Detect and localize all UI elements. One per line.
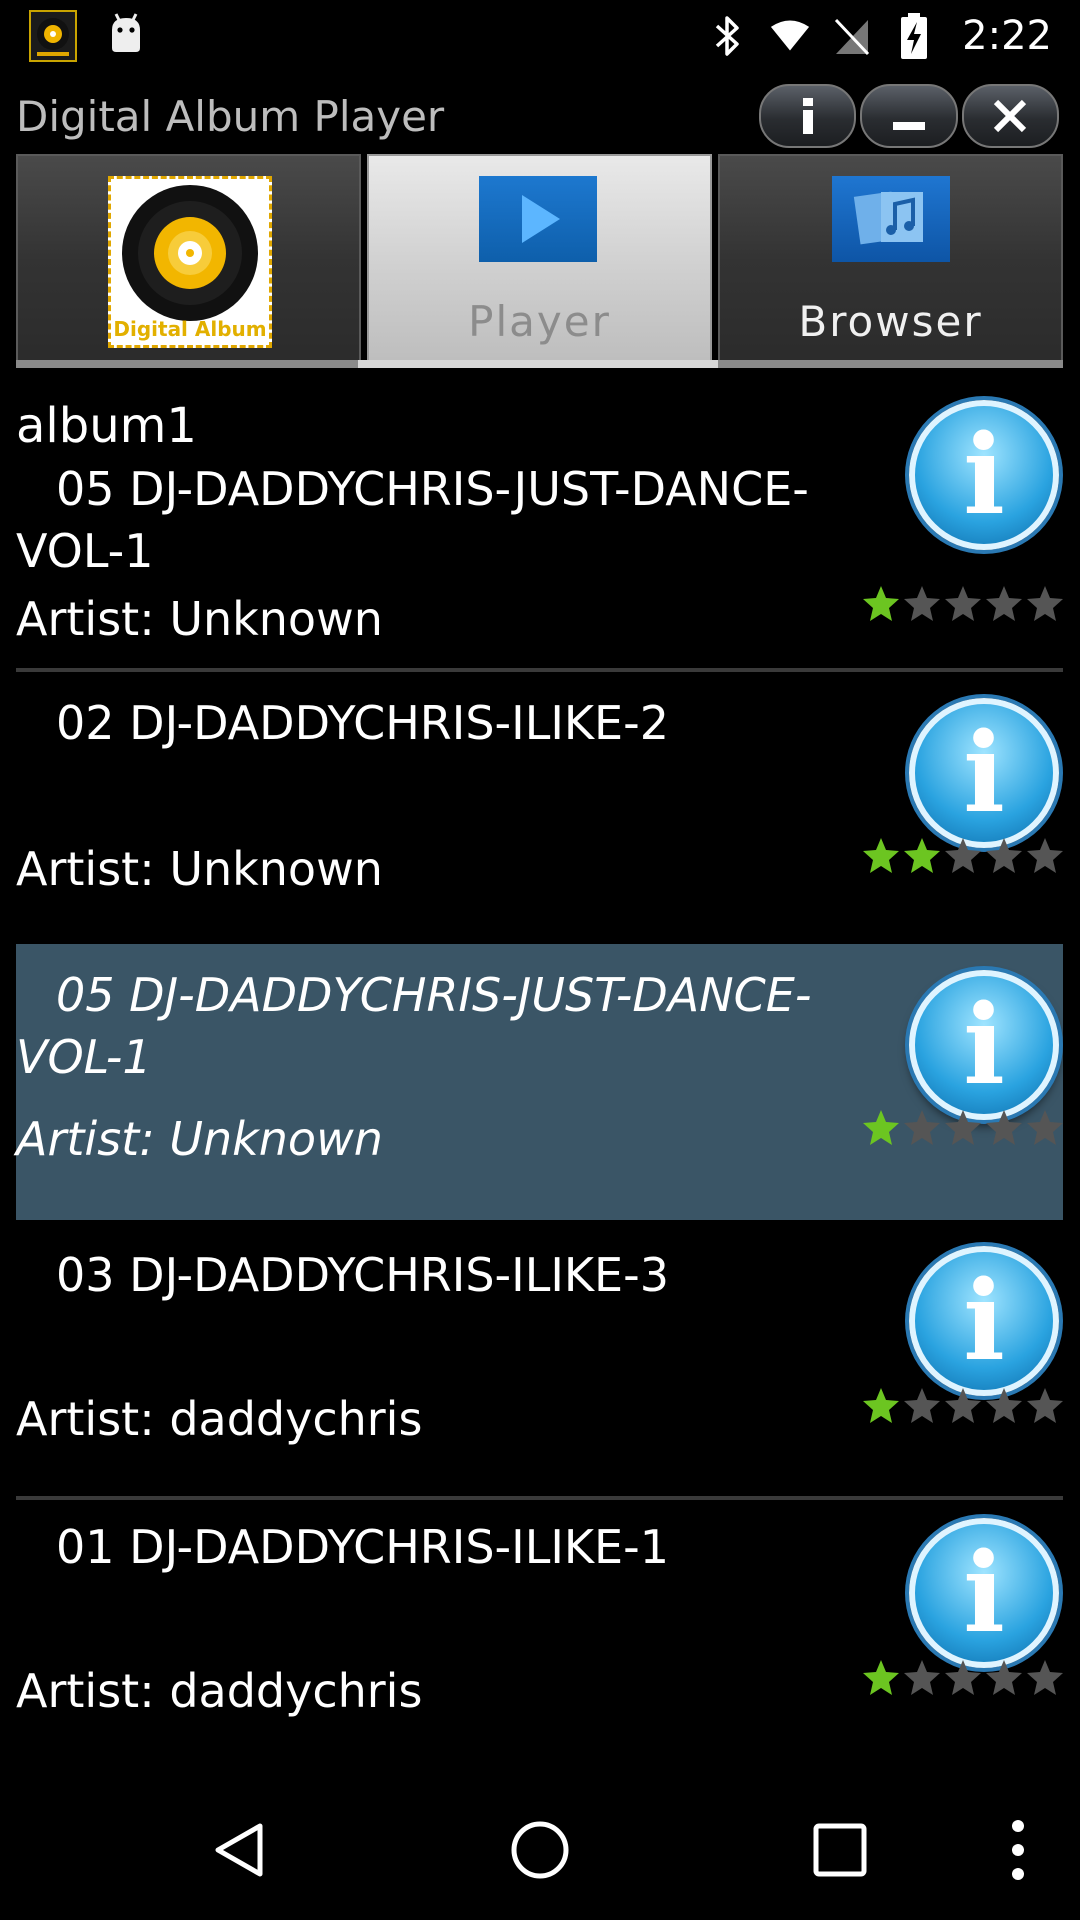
- no-sim-icon: [832, 14, 872, 58]
- info-icon: [802, 98, 813, 134]
- status-time: 2:22: [962, 13, 1052, 59]
- track-list[interactable]: album1 05 DJ-DADDYCHRIS-JUST-DANCE-VOL-1…: [16, 392, 1063, 1740]
- minimize-button[interactable]: [860, 84, 958, 148]
- list-item[interactable]: 01 DJ-DADDYCHRIS-ILIKE-1 Artist: daddych…: [16, 1500, 1063, 1740]
- close-button[interactable]: [961, 84, 1059, 148]
- list-item[interactable]: 02 DJ-DADDYCHRIS-ILIKE-2 Artist: Unknown…: [16, 672, 1063, 944]
- track-info-button[interactable]: i: [909, 1246, 1059, 1396]
- play-icon: [479, 176, 597, 262]
- star-filled-icon[interactable]: [861, 1386, 901, 1426]
- track-info-button[interactable]: i: [909, 698, 1059, 848]
- status-bar: 2:22: [0, 0, 1080, 72]
- back-button[interactable]: [200, 1810, 280, 1890]
- track-title: 05 DJ-DADDYCHRIS-JUST-DANCE-VOL-1: [16, 462, 809, 578]
- star-empty-icon[interactable]: [984, 1386, 1024, 1426]
- track-artist: Artist: Unknown: [16, 842, 383, 896]
- star-empty-icon[interactable]: [1025, 584, 1065, 624]
- home-icon: [511, 1821, 569, 1879]
- info-icon: i: [963, 1256, 1005, 1385]
- home-button[interactable]: [500, 1810, 580, 1890]
- tab-home-logo[interactable]: Digital Album: [16, 154, 361, 368]
- tab-player-label: Player: [468, 297, 611, 346]
- star-filled-icon[interactable]: [861, 836, 901, 876]
- star-empty-icon[interactable]: [1025, 1108, 1065, 1148]
- album-title: album1: [16, 398, 197, 454]
- back-icon: [215, 1823, 263, 1877]
- star-filled-icon[interactable]: [861, 584, 901, 624]
- list-item-selected[interactable]: 05 DJ-DADDYCHRIS-JUST-DANCE-VOL-1 Artist…: [16, 944, 1063, 1220]
- android-icon: [106, 12, 146, 56]
- star-filled-icon[interactable]: [861, 1658, 901, 1698]
- window-buttons: [759, 84, 1063, 148]
- star-empty-icon[interactable]: [902, 1108, 942, 1148]
- overflow-menu-icon: [1012, 1820, 1024, 1880]
- info-icon: i: [963, 708, 1005, 837]
- minimize-icon: [892, 122, 925, 130]
- digital-album-logo: Digital Album: [108, 176, 272, 348]
- track-title: 01 DJ-DADDYCHRIS-ILIKE-1: [56, 1520, 669, 1574]
- star-empty-icon[interactable]: [943, 1386, 983, 1426]
- close-icon: [994, 99, 1027, 133]
- music-folder-icon: [832, 176, 950, 262]
- star-empty-icon[interactable]: [984, 584, 1024, 624]
- star-empty-icon[interactable]: [943, 1658, 983, 1698]
- vinyl-disc-icon: [122, 185, 258, 321]
- list-item[interactable]: album1 05 DJ-DADDYCHRIS-JUST-DANCE-VOL-1…: [16, 392, 1063, 668]
- track-artist: Artist: Unknown: [16, 1112, 383, 1166]
- recents-button[interactable]: [800, 1810, 880, 1890]
- overflow-menu-button[interactable]: [978, 1810, 1058, 1890]
- rating-stars[interactable]: [861, 1386, 1063, 1426]
- star-empty-icon[interactable]: [902, 1658, 942, 1698]
- rating-stars[interactable]: [861, 836, 1063, 876]
- tab-browser-label: Browser: [798, 297, 983, 346]
- star-empty-icon[interactable]: [943, 836, 983, 876]
- track-artist: Artist: Unknown: [16, 592, 383, 646]
- battery-charging-icon: [894, 13, 934, 59]
- track-title: 02 DJ-DADDYCHRIS-ILIKE-2: [56, 696, 669, 750]
- star-filled-icon[interactable]: [861, 1108, 901, 1148]
- rating-stars[interactable]: [861, 1108, 1063, 1148]
- track-artist: Artist: daddychris: [16, 1392, 423, 1446]
- star-empty-icon[interactable]: [902, 1386, 942, 1426]
- bluetooth-icon: [708, 14, 748, 58]
- track-artist: Artist: daddychris: [16, 1664, 423, 1718]
- star-empty-icon[interactable]: [984, 836, 1024, 876]
- active-tab-indicator: [358, 360, 718, 368]
- list-item[interactable]: 03 DJ-DADDYCHRIS-ILIKE-3 Artist: daddych…: [16, 1220, 1063, 1496]
- star-empty-icon[interactable]: [943, 584, 983, 624]
- info-button[interactable]: [759, 84, 857, 148]
- rating-stars[interactable]: [861, 1658, 1063, 1698]
- star-empty-icon[interactable]: [902, 584, 942, 624]
- track-info-button[interactable]: i: [909, 1518, 1059, 1668]
- info-icon: i: [963, 1528, 1005, 1657]
- wifi-icon: [770, 14, 810, 58]
- track-info-button[interactable]: i: [909, 400, 1059, 550]
- logo-text: Digital Album: [113, 317, 267, 341]
- track-title: 03 DJ-DADDYCHRIS-ILIKE-3: [56, 1248, 669, 1302]
- app-notification-icon: [29, 10, 77, 62]
- info-icon: i: [963, 980, 1005, 1109]
- rating-stars[interactable]: [861, 584, 1063, 624]
- track-title: 05 DJ-DADDYCHRIS-JUST-DANCE-VOL-1: [16, 968, 812, 1084]
- tab-player[interactable]: Player: [367, 154, 712, 368]
- recents-icon: [813, 1823, 867, 1877]
- star-empty-icon[interactable]: [1025, 1386, 1065, 1426]
- star-empty-icon[interactable]: [984, 1108, 1024, 1148]
- tab-underline: [16, 360, 1063, 368]
- title-bar: Digital Album Player: [0, 78, 1080, 158]
- star-empty-icon[interactable]: [1025, 836, 1065, 876]
- star-filled-icon[interactable]: [902, 836, 942, 876]
- star-empty-icon[interactable]: [943, 1108, 983, 1148]
- star-empty-icon[interactable]: [984, 1658, 1024, 1698]
- navigation-bar: [0, 1776, 1080, 1920]
- tab-browser[interactable]: Browser: [718, 154, 1063, 368]
- app-title: Digital Album Player: [16, 92, 445, 141]
- info-icon: i: [963, 410, 1005, 539]
- track-info-button[interactable]: i: [909, 970, 1059, 1120]
- star-empty-icon[interactable]: [1025, 1658, 1065, 1698]
- tab-bar: Digital Album Player Browser: [16, 154, 1063, 368]
